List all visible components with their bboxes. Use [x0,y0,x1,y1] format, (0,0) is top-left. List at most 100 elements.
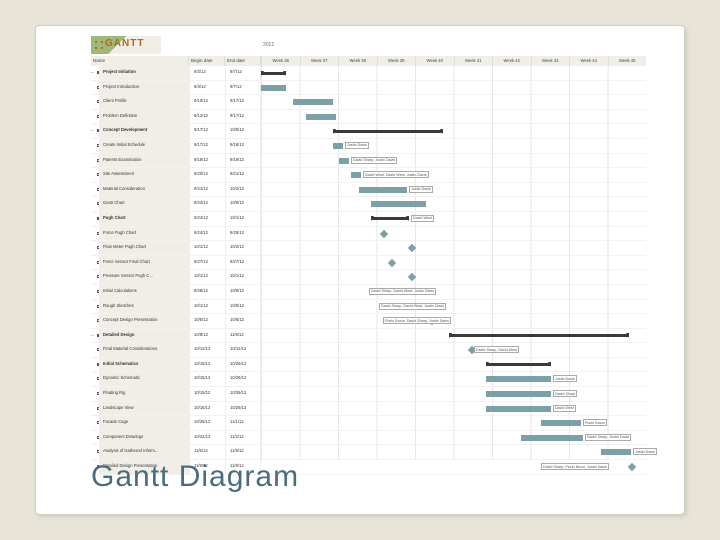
task-row: Dynamic Schematic10/15/1210/26/12Justin … [91,372,646,387]
milestone-diamond [628,463,636,471]
task-end: 9/27/12 [225,256,261,270]
week-header: Week 40 [415,56,454,66]
task-row: −Detailed Design10/8/1211/9/12 [91,329,646,344]
task-end: 11/9/12 [225,445,261,459]
task-begin: 9/28/12 [189,285,225,299]
task-begin: 9/24/12 [189,227,225,241]
year-label: 2012 [263,42,274,48]
task-end: 9/25/12 [225,227,261,241]
task-name: Pugh Chart [99,212,189,226]
task-begin: 10/1/12 [189,300,225,314]
slide-frame: GANTT 2012 Name Begin date End date Week… [35,25,685,515]
task-row: Gantt Chart9/24/1210/5/12 [91,197,646,212]
task-name: Client Profile [99,95,189,109]
task-name: Pressure Sensor Pugh C... [99,270,189,284]
milestone-diamond [380,229,388,237]
task-begin: 9/3/12 [189,81,225,95]
task-name: Force Sensor Final Chart [99,256,189,270]
gantt-bar [351,172,361,178]
week-header: Week 37 [300,56,339,66]
task-row: Facade Cage10/25/1211/1/12Florin Bucur [91,416,646,431]
slide-title: Gantt Diagram [91,460,299,494]
gantt-bar [261,72,286,75]
task-row: Force Pugh Chart9/24/129/25/12 [91,227,646,242]
task-end: 10/26/12 [225,372,261,386]
task-row: Initial Calculations9/28/1210/5/12David … [91,285,646,300]
task-end: 10/2/12 [225,241,261,255]
column-headers: Name Begin date End date [91,56,261,66]
task-row: −Concept Development9/17/1210/5/12 [91,124,646,139]
task-begin: 9/17/12 [189,124,225,138]
task-begin: 9/3/12 [189,66,225,80]
task-end: 10/5/12 [225,314,261,328]
task-row: Create Initial Schedule9/17/129/18/12Jus… [91,139,646,154]
gantt-bar [333,130,443,133]
gantt-bar [339,158,349,164]
task-name: Concept Design Presentation [99,314,189,328]
gantt-bar [541,420,581,426]
task-begin: 9/18/12 [189,154,225,168]
assignee-label: Florin Bucur, David Sharp, Justin Davis [383,317,451,324]
task-begin: 9/20/12 [189,168,225,182]
gantt-bar [261,85,286,91]
task-name: Problem Definition [99,110,189,124]
task-name: Flow Meter Pugh Chart [99,241,189,255]
col-end: End date [225,56,261,66]
task-name: Material Consideration [99,183,189,197]
task-begin: 10/25/12 [189,416,225,430]
assignee-label: David Sharp, Justin Davis [351,157,397,164]
task-name: Site Assessment [99,168,189,182]
toggle-icon[interactable]: − [91,70,94,76]
task-row: Final Material Considerations10/12/1210/… [91,343,646,358]
task-name: Patents Examination [99,154,189,168]
task-row: −Project Initiation9/3/129/7/12 [91,66,646,81]
task-begin: 10/15/12 [189,372,225,386]
week-header: Week 39 [377,56,416,66]
task-end: 10/5/12 [225,197,261,211]
gantt-bar [359,187,407,193]
task-begin: 9/17/12 [189,139,225,153]
task-begin: 10/1/12 [189,241,225,255]
milestone-diamond [388,258,396,266]
gantt-bar [486,406,551,412]
task-begin: 10/5/12 [189,314,225,328]
week-header: Week 44 [569,56,608,66]
task-end: 10/26/12 [225,402,261,416]
task-end: 10/12/12 [225,343,261,357]
task-name: Landscape View [99,402,189,416]
week-header: Week 45 [608,56,647,66]
gantt-bar [486,363,551,366]
task-row: Concept Design Presentation10/5/1210/5/1… [91,314,646,329]
assignee-label: David Sharp [553,390,577,397]
toggle-icon[interactable]: − [91,128,94,134]
assignee-label: Florin Bucur [583,419,607,426]
assignee-label: Justin Davis [345,142,369,149]
task-name: Initial Calculations [99,285,189,299]
task-row: Pugh Chart9/24/1210/1/12David West [91,212,646,227]
task-name: Analysis of Gathered Inform... [99,445,189,459]
task-name: Rough Sketches [99,300,189,314]
assignee-label: David West, David West, Justin Davis [363,171,429,178]
assignee-label: David West [411,215,434,222]
week-header: Week 42 [492,56,531,66]
toggle-icon[interactable]: − [91,333,94,339]
assignee-label: Justin Davis [409,186,433,193]
week-header: Week 38 [338,56,377,66]
task-name: Detailed Design [99,329,189,343]
task-end: 11/1/12 [225,416,261,430]
task-begin: 9/21/12 [189,183,225,197]
task-end: 9/7/12 [225,81,261,95]
task-begin: 9/27/12 [189,256,225,270]
task-row: Problem Definition9/12/129/17/12 [91,110,646,125]
task-row: Floating Rig10/15/1210/26/12David Sharp [91,387,646,402]
task-name: Component Drawings [99,431,189,445]
assignee-label: David Sharp, David West, Justin Davis [369,288,436,295]
gantt-bar [486,376,551,382]
task-begin: 10/15/12 [189,387,225,401]
task-name: Force Pugh Chart [99,227,189,241]
task-begin: 9/24/12 [189,212,225,226]
assignee-label: Justin Davis [553,375,577,382]
col-begin: Begin date [189,56,225,66]
task-name: Floating Rig [99,387,189,401]
assignee-label: David West [553,405,576,412]
